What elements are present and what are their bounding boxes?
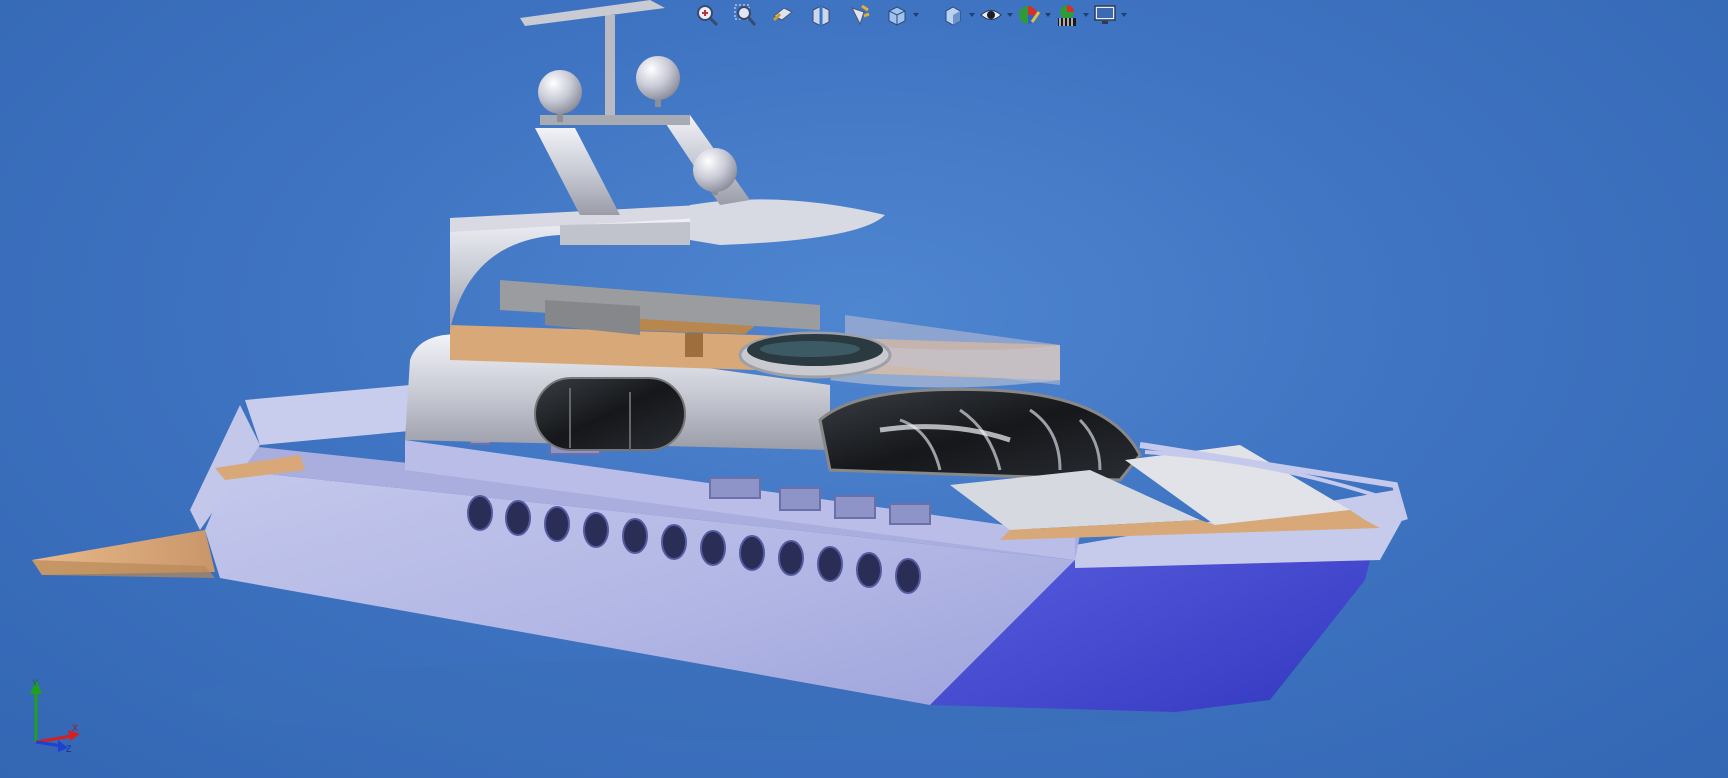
apply-scene-dropdown-arrow[interactable] <box>1083 13 1089 17</box>
view-orientation-icon <box>888 6 906 26</box>
section-view-button[interactable] <box>806 1 836 29</box>
reference-triad[interactable]: Y X Z <box>22 676 84 754</box>
yacht-model[interactable] <box>0 0 1728 778</box>
view-orientation-button[interactable] <box>882 1 919 29</box>
previous-view-button[interactable] <box>768 1 798 29</box>
graphics-area[interactable]: Y X Z <box>0 0 1728 778</box>
dynamic-annotation-views-button[interactable] <box>844 1 874 29</box>
eye-icon <box>980 10 1002 20</box>
appearance-icon <box>1019 6 1041 24</box>
annotation-view-icon <box>851 4 870 26</box>
view-settings-dropdown-arrow[interactable] <box>1121 13 1127 17</box>
edit-appearance-dropdown-arrow[interactable] <box>1045 13 1051 17</box>
display-style-dropdown-arrow[interactable] <box>969 13 975 17</box>
y-axis-label: Y <box>32 678 38 688</box>
view-orientation-dropdown-arrow[interactable] <box>913 13 919 17</box>
x-axis-arrow <box>35 734 73 744</box>
zoom-to-area-icon <box>734 4 757 26</box>
monitor-icon <box>1094 5 1116 24</box>
heads-up-view-toolbar <box>692 0 1127 30</box>
display-style-icon <box>945 6 961 26</box>
zoom-to-fit-button[interactable] <box>692 1 722 29</box>
scene-icon <box>1058 5 1076 26</box>
z-axis-label: Z <box>66 744 72 754</box>
section-view-icon <box>812 5 830 27</box>
zoom-to-area-button[interactable] <box>730 1 760 29</box>
view-settings-button[interactable] <box>1090 1 1127 29</box>
zoom-to-fit-icon <box>697 5 719 27</box>
display-style-button[interactable] <box>938 1 975 29</box>
previous-view-icon <box>772 7 793 22</box>
x-axis-label: X <box>72 723 78 733</box>
apply-scene-button[interactable] <box>1052 1 1089 29</box>
edit-appearance-button[interactable] <box>1014 1 1051 29</box>
hide-show-dropdown-arrow[interactable] <box>1007 13 1013 17</box>
hide-show-items-button[interactable] <box>976 1 1013 29</box>
